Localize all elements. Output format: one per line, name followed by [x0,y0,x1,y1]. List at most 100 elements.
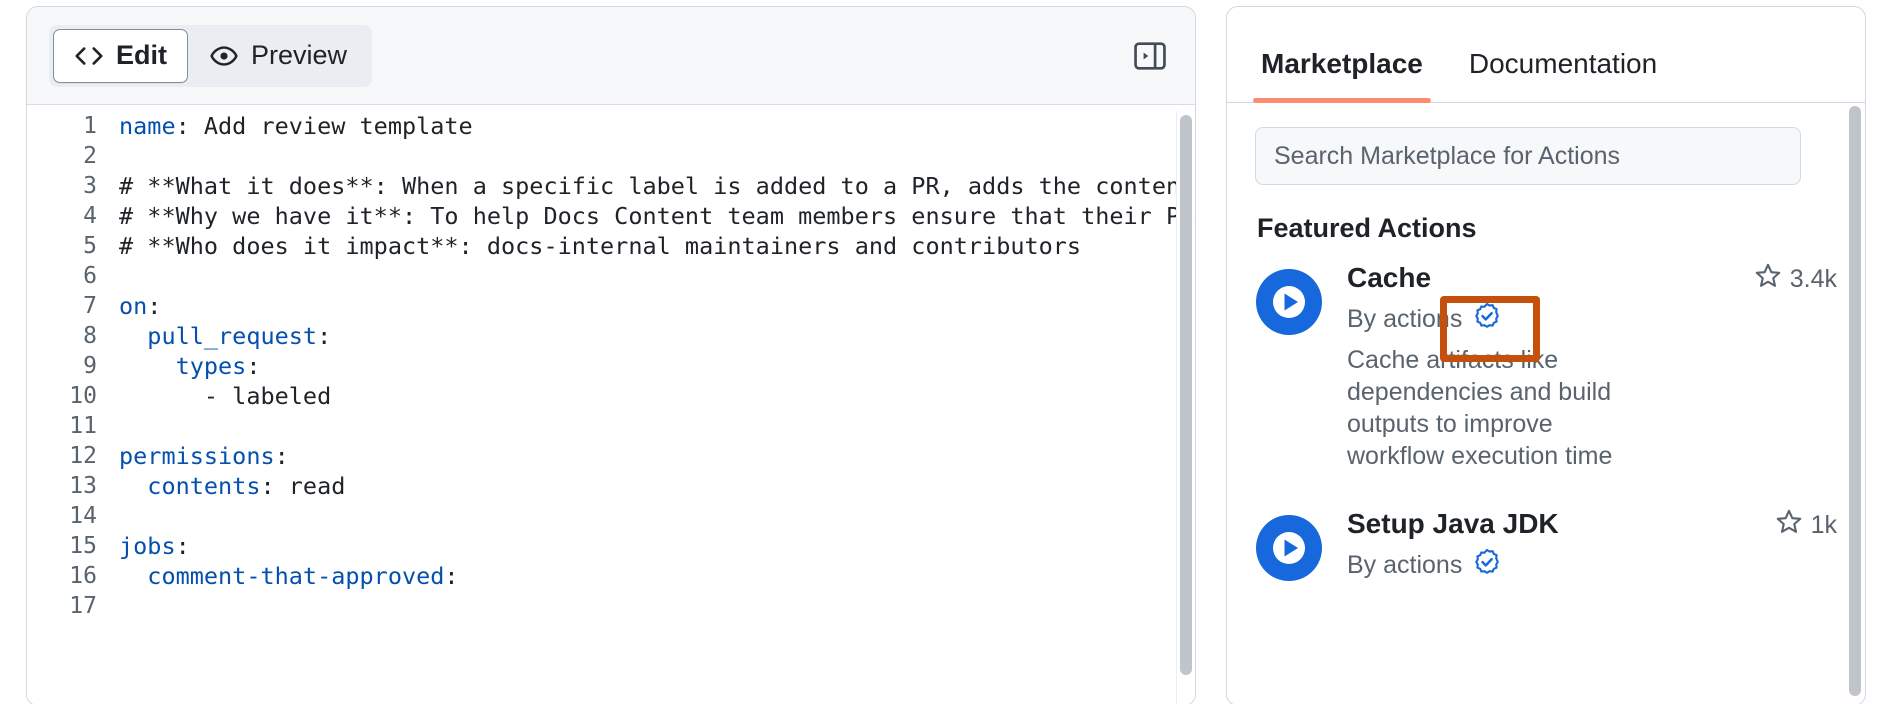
yaml-key: pull_request [119,322,318,350]
line-content: pull_request: [115,321,1195,351]
list-item[interactable]: Setup Java JDK 1k By actions [1255,508,1837,584]
action-title-row: Cache 3.4k [1347,262,1837,297]
tab-marketplace[interactable]: Marketplace [1253,48,1431,103]
marketplace-panel: Marketplace Documentation Featured Actio… [1226,6,1866,704]
tab-edit[interactable]: Edit [53,28,188,83]
action-details: Setup Java JDK 1k By actions [1347,508,1837,584]
status-badge: 1k [1761,508,1837,543]
workflow-editor-panel: Edit Preview 1 name: Add review template… [26,6,1196,704]
action-name: Cache [1347,262,1432,293]
editor-vertical-scrollbar[interactable] [1176,111,1194,704]
line-number: 8 [83,323,97,349]
code-line: 13 contents: read [27,471,1195,501]
featured-actions-heading: Featured Actions [1257,213,1477,243]
yaml-value: : [317,322,332,350]
star-icon [1775,508,1803,543]
star-count: 1k [1810,511,1837,539]
code-line: 10 - labeled [27,381,1195,411]
line-number: 16 [69,563,97,589]
marketplace-vertical-scrollbar[interactable] [1847,104,1863,704]
code-line: 3 # **What it does**: When a specific lab… [27,171,1195,201]
tab-documentation-label: Documentation [1468,48,1658,79]
edit-preview-toggle-group: Edit Preview [49,24,373,87]
code-line-list: 1 name: Add review template 2 3 # **What it … [27,111,1195,621]
status-badge: 3.4k [1740,262,1837,297]
editor-toolbar: Edit Preview [27,7,1195,105]
line-content: name: Add review template [115,111,1195,141]
line-content: # **Who does it impact**: docs-internal … [115,231,1195,261]
code-line: 14 [27,501,1195,531]
yaml-key: jobs [119,532,176,560]
eye-icon [209,41,239,71]
star-count: 3.4k [1789,265,1837,293]
yaml-key: name [119,112,176,140]
yaml-value: : [274,442,289,470]
action-author: By actions [1347,301,1502,338]
code-line: 1 name: Add review template [27,111,1195,141]
yaml-key: on [119,292,148,320]
line-number: 15 [69,533,97,559]
code-line: 11 [27,411,1195,441]
code-line: 15 jobs: [27,531,1195,561]
line-content: jobs: [115,531,1195,561]
star-icon [1754,262,1782,297]
yaml-value: : read [260,472,346,500]
line-number: 12 [69,443,97,469]
action-author-label: By actions [1347,551,1463,579]
code-line: 6 [27,261,1195,291]
code-line: 2 [27,141,1195,171]
line-content: permissions: [115,441,1195,471]
yaml-key: contents [119,472,261,500]
code-line: 8 pull_request: [27,321,1195,351]
play-circle-icon [1255,514,1323,582]
verified-badge-icon [1472,547,1502,584]
line-number: 17 [69,593,97,619]
action-title-row: Setup Java JDK 1k [1347,508,1837,543]
code-line: 12 permissions: [27,441,1195,471]
action-author-label: By actions [1347,305,1463,333]
yaml-value: - labeled [119,382,332,410]
line-number: 2 [83,143,97,169]
line-content: on: [115,291,1195,321]
list-item[interactable]: Cache 3.4k By actions Cache artifacts li… [1255,262,1837,472]
code-line: 9 types: [27,351,1195,381]
marketplace-search-input[interactable] [1255,127,1801,185]
yaml-value: # **Who does it impact**: docs-internal … [119,232,1082,260]
line-number: 14 [69,503,97,529]
line-content: contents: read [115,471,1195,501]
line-number: 1 [83,113,97,139]
yaml-value: : [444,562,459,590]
yaml-value: # **What it does**: When a specific labe… [119,172,1195,200]
tab-edit-label: Edit [116,40,167,70]
editor-scrollbar-thumb[interactable] [1180,115,1192,675]
play-circle-icon [1255,268,1323,336]
line-number: 7 [83,293,97,319]
tab-documentation[interactable]: Documentation [1461,48,1665,102]
yaml-value: : Add review template [175,112,473,140]
marketplace-tab-bar: Marketplace Documentation [1227,7,1865,103]
tab-preview[interactable]: Preview [188,29,368,83]
code-line: 17 [27,591,1195,621]
code-line: 7 on: [27,291,1195,321]
line-number: 11 [69,413,97,439]
action-name: Setup Java JDK [1347,508,1559,539]
code-line: 4 # **Why we have it**: To help Docs Cont… [27,201,1195,231]
line-number: 10 [69,383,97,409]
panel-collapse-icon[interactable] [1127,33,1173,79]
yaml-code-editor[interactable]: 1 name: Add review template 2 3 # **What it … [27,105,1195,704]
yaml-value: : [147,292,162,320]
action-details: Cache 3.4k By actions Cache artifacts li… [1347,262,1837,472]
yaml-value: : [175,532,190,560]
tab-marketplace-label: Marketplace [1261,48,1423,79]
marketplace-scrollbar-thumb[interactable] [1849,106,1861,696]
code-line: 5 # **Who does it impact**: docs-internal… [27,231,1195,261]
tab-preview-label: Preview [251,40,348,70]
line-content: types: [115,351,1195,381]
app-root: Edit Preview 1 name: Add review template… [0,0,1878,704]
verified-badge-icon [1472,301,1502,338]
line-number: 9 [83,353,97,379]
action-description: Cache artifacts like dependencies and bu… [1347,346,1613,470]
yaml-value: # **Why we have it**: To help Docs Conte… [119,202,1195,230]
line-number: 3 [83,173,97,199]
marketplace-body: Featured Actions Cache [1227,103,1865,704]
